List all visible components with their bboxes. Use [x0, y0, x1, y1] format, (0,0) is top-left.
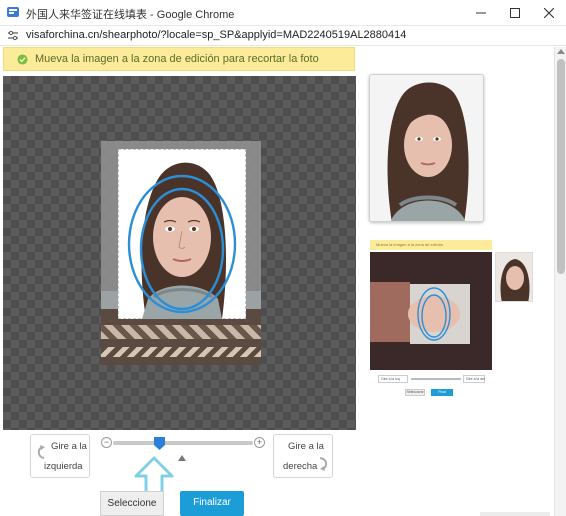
zoom-slider-handle[interactable] — [154, 437, 165, 450]
photo-edit-area[interactable] — [3, 76, 356, 430]
rotate-left-button[interactable]: Gire a la izquierda — [30, 434, 90, 478]
rotate-left-label-2: izquierda — [44, 461, 83, 472]
scrollbar-thumb[interactable] — [557, 59, 565, 274]
finish-button[interactable]: Finalizar — [180, 491, 244, 516]
rotate-right-label-2: derecha — [283, 461, 318, 472]
close-icon — [544, 8, 554, 18]
url-text[interactable]: visaforchina.cn/shearphoto/?locale=sp_SP… — [26, 29, 406, 41]
example-rotate-right: Gire a la der — [463, 375, 485, 383]
rotate-left-label-1: Gire a la — [51, 441, 87, 452]
bottom-overflow-strip — [480, 512, 550, 516]
example-notice-text: Mueva la imagen a la zona de edición — [376, 242, 444, 247]
address-bar[interactable]: visaforchina.cn/shearphoto/?locale=sp_SP… — [0, 26, 566, 46]
zoom-out-icon[interactable]: − — [101, 437, 112, 448]
photo-portrait[interactable] — [118, 149, 246, 319]
example-rotate-left: Gire a la izq — [378, 375, 408, 383]
example-thumb-preview — [495, 252, 533, 302]
close-button[interactable] — [532, 0, 566, 26]
zoom-slider-track[interactable] — [113, 441, 253, 445]
site-settings-icon[interactable] — [7, 30, 19, 42]
rotate-right-icon — [319, 457, 328, 471]
rotate-right-button[interactable]: Gire a la derecha — [273, 434, 333, 478]
minimize-icon — [476, 12, 486, 14]
zoom-in-icon[interactable]: + — [254, 437, 265, 448]
check-circle-icon — [17, 54, 28, 65]
maximize-icon — [510, 8, 520, 18]
rotate-right-label-1: Gire a la — [288, 441, 324, 452]
maximize-button[interactable] — [498, 0, 532, 26]
example-select-button: Seleccione — [405, 389, 425, 396]
page-scrollbar[interactable] — [554, 47, 566, 516]
rotation-indicator-icon — [178, 455, 186, 461]
cropped-preview — [369, 74, 484, 222]
example-stage — [370, 252, 492, 370]
example-rotated-photo — [370, 252, 492, 370]
title-bar: 外国人来华签证在线填表 - Google Chrome — [0, 0, 566, 26]
scroll-up-icon[interactable] — [557, 49, 565, 54]
app-icon — [7, 7, 19, 17]
example-slider — [411, 378, 461, 380]
notice-banner: Mueva la imagen a la zona de edición par… — [3, 47, 355, 71]
example-illustration: Mueva la imagen a la zona de edición Gir… — [370, 240, 536, 400]
window-title: 外国人来华签证在线填表 - Google Chrome — [26, 9, 235, 21]
notice-message: Mueva la imagen a la zona de edición par… — [35, 53, 319, 65]
preview-portrait — [370, 75, 483, 221]
example-notice-bar: Mueva la imagen a la zona de edición — [370, 240, 492, 250]
example-finish-button: Final — [431, 389, 453, 396]
select-file-button[interactable]: Seleccione de — [100, 491, 164, 516]
minimize-button[interactable] — [464, 0, 498, 26]
